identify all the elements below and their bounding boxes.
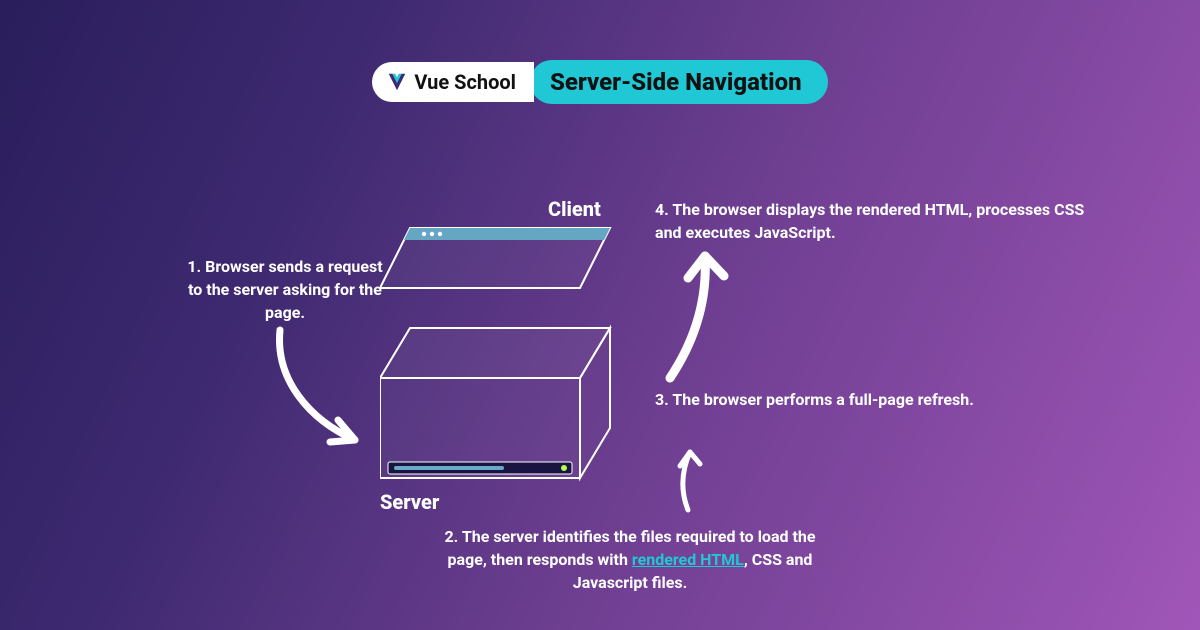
- logo-badge: Vue School: [372, 62, 534, 102]
- page-title: Server-Side Navigation: [530, 60, 828, 104]
- rendered-html-highlight: rendered HTML: [632, 550, 744, 569]
- server-box-icon: [380, 328, 610, 478]
- step-2-text: 2. The server identifies the files requi…: [440, 525, 820, 595]
- header: Vue School Server-Side Navigation: [0, 0, 1200, 104]
- client-window-icon: [380, 228, 610, 288]
- step-4-text: 4. The browser displays the rendered HTM…: [655, 198, 1085, 244]
- step-1-text: 1. Browser sends a request to the server…: [180, 255, 390, 325]
- logo-text: Vue School: [414, 70, 516, 94]
- vue-school-logo-icon: [386, 71, 408, 93]
- step-3-text: 3. The browser performs a full-page refr…: [655, 388, 1055, 411]
- arrow-step3-icon: [650, 238, 760, 388]
- arrow-step1-icon: [260, 320, 390, 460]
- client-server-diagram: [380, 218, 640, 498]
- arrow-step2-icon: [660, 440, 720, 520]
